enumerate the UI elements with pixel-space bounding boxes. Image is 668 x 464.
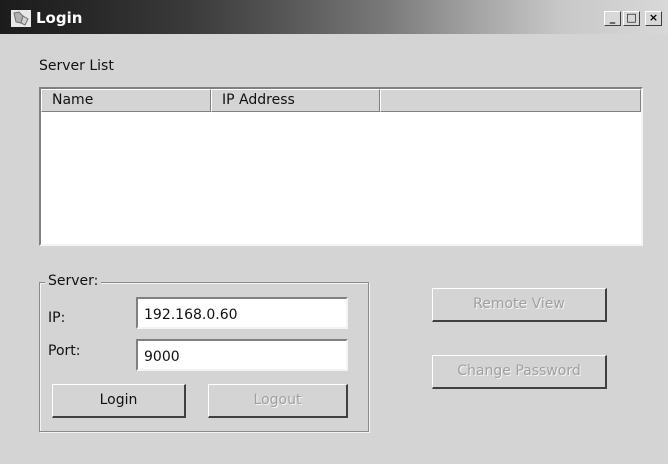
column-header-name[interactable]: Name [41, 89, 211, 112]
login-window: Login _ □ × Server List Name IP Address … [0, 0, 668, 464]
close-icon: × [648, 11, 659, 24]
login-button[interactable]: Login [52, 384, 186, 418]
server-group-label: Server: [45, 273, 102, 289]
close-button[interactable]: × [645, 11, 662, 26]
column-header-empty[interactable] [380, 89, 641, 112]
window-title: Login [36, 9, 83, 27]
change-password-button[interactable]: Change Password [432, 355, 607, 389]
title-bar[interactable]: Login _ □ × [0, 0, 668, 34]
server-list[interactable]: Name IP Address [39, 87, 643, 246]
server-list-header: Name IP Address [41, 89, 641, 112]
port-input[interactable] [136, 339, 348, 371]
port-label: Port: [48, 343, 81, 359]
logout-button[interactable]: Logout [208, 384, 348, 418]
maximize-button[interactable]: □ [623, 11, 640, 26]
column-header-ip-address[interactable]: IP Address [211, 89, 380, 112]
ip-label: IP: [48, 310, 66, 326]
minimize-button[interactable]: _ [604, 11, 621, 26]
ip-input[interactable] [136, 297, 348, 329]
server-list-label: Server List [39, 58, 114, 74]
minimize-icon: _ [609, 11, 616, 24]
app-icon [11, 10, 31, 27]
maximize-icon: □ [626, 11, 637, 24]
remote-view-button[interactable]: Remote View [432, 288, 607, 322]
